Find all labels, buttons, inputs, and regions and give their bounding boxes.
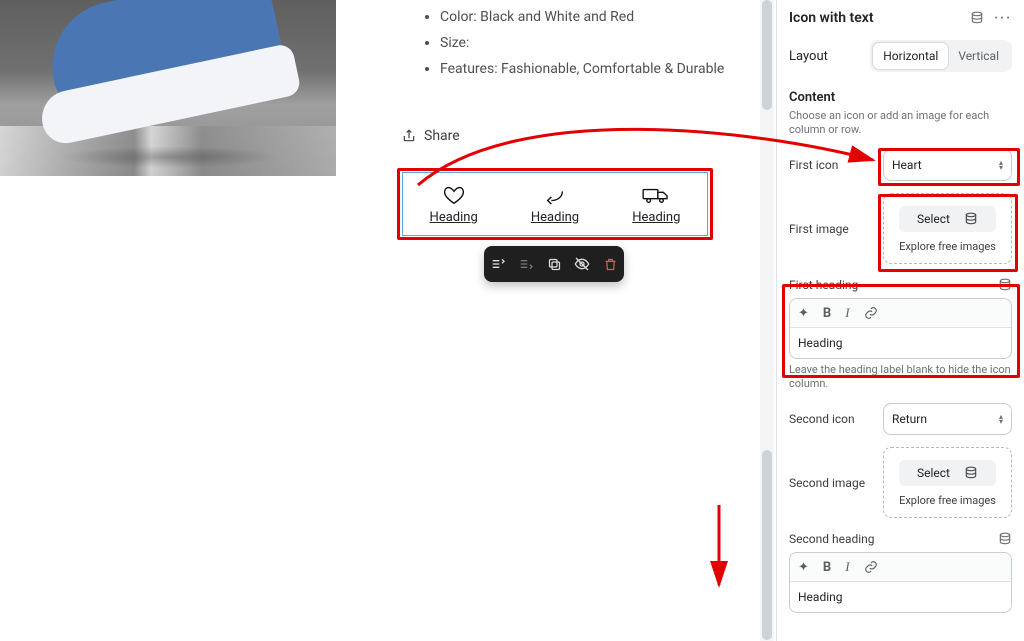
sparkle-icon[interactable]: ✦ [798,306,809,321]
product-image [0,0,336,176]
icon-column-1[interactable]: Heading [403,173,504,235]
database-icon[interactable] [970,11,984,25]
second-icon-select[interactable]: Return ▴▾ [883,403,1012,435]
hide-icon[interactable] [572,254,592,274]
explore-free-images-link[interactable]: Explore free images [899,240,996,253]
icon-heading: Heading [632,210,680,225]
first-icon-select[interactable]: Heart ▴▾ [883,149,1012,181]
heart-icon [438,184,470,206]
share-icon [402,129,416,143]
delete-icon[interactable] [600,254,620,274]
italic-button[interactable]: I [845,305,849,321]
block-toolbar [484,246,624,282]
duplicate-icon[interactable] [544,254,564,274]
second-icon-label: Second icon [789,412,875,426]
bullet: Color: Black and White and Red [440,4,740,30]
share-button[interactable]: Share [402,128,460,144]
return-icon [538,184,572,206]
bold-button[interactable]: B [823,560,831,575]
icon-column-2[interactable]: Heading [504,173,605,235]
chevron-updown-icon: ▴▾ [999,160,1003,170]
product-bullets: Color: Black and White and Red Size: Fea… [420,4,740,82]
link-icon[interactable] [864,560,878,574]
share-label: Share [424,128,460,144]
first-image-label: First image [789,222,875,236]
content-help: Choose an icon or add an image for each … [789,109,1012,137]
select-btn-label: Select [917,466,950,480]
route-icon[interactable] [516,254,536,274]
select-btn-label: Select [917,212,950,226]
database-icon [964,212,978,226]
select-value: Return [892,412,927,426]
explore-free-images-link[interactable]: Explore free images [899,494,996,507]
icon-heading: Heading [430,210,478,225]
first-image-select-button[interactable]: Select [899,206,996,232]
truck-icon [639,184,673,206]
first-heading-help: Leave the heading label blank to hide th… [789,363,1012,391]
chevron-updown-icon: ▴▾ [999,414,1003,424]
more-icon[interactable]: ··· [994,11,1012,26]
second-image-select-button[interactable]: Select [899,460,996,486]
database-icon[interactable] [998,278,1012,292]
preview-canvas: Color: Black and White and Red Size: Fea… [0,0,776,641]
second-heading-label: Second heading [789,532,875,546]
layout-label: Layout [789,49,828,64]
icon-with-text-block[interactable]: Heading Heading Heading [402,172,708,236]
link-icon[interactable] [864,306,878,320]
second-image-label: Second image [789,476,875,490]
second-heading-input[interactable]: Heading [790,582,1011,612]
select-value: Heart [892,158,922,172]
sparkle-icon[interactable]: ✦ [798,560,809,575]
move-icon[interactable] [488,254,508,274]
settings-panel: Icon with text ··· Layout Horizontal Ver… [776,0,1024,641]
bold-button[interactable]: B [823,306,831,321]
first-heading-editor: ✦ B I Heading [789,298,1012,359]
database-icon[interactable] [998,532,1012,546]
database-icon [964,466,978,480]
icon-heading: Heading [531,210,579,225]
layout-horizontal[interactable]: Horizontal [873,43,948,69]
first-heading-input[interactable]: Heading [790,328,1011,358]
bullet: Features: Fashionable, Comfortable & Dur… [440,56,740,82]
first-icon-label: First icon [789,158,875,172]
bullet: Size: [440,30,740,56]
first-heading-label: First heading [789,278,858,292]
panel-title: Icon with text [789,10,874,26]
second-heading-editor: ✦ B I Heading [789,552,1012,613]
italic-button[interactable]: I [845,559,849,575]
layout-vertical[interactable]: Vertical [948,43,1009,69]
content-heading: Content [789,90,1012,105]
scroll-thumb[interactable] [762,450,772,640]
layout-segmented: Horizontal Vertical [870,40,1012,72]
scroll-thumb[interactable] [762,0,772,110]
icon-column-3[interactable]: Heading [606,173,707,235]
